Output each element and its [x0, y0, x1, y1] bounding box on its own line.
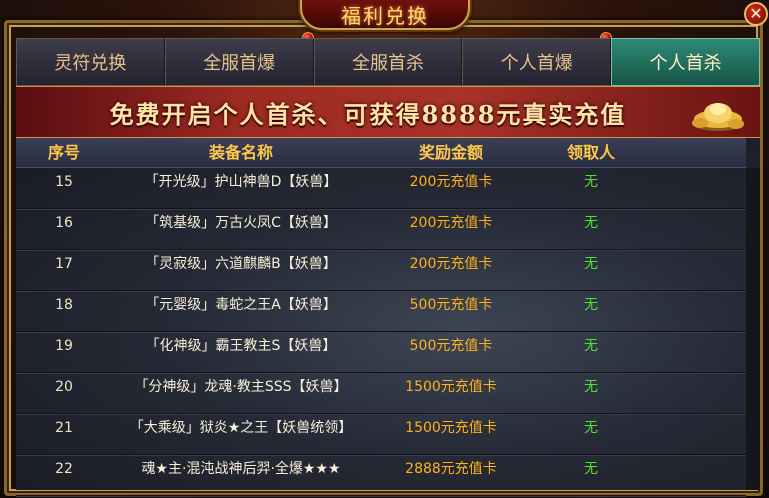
table-row: 19 「化神级」霸王教主S【妖兽】 500元充值卡 无 [16, 332, 746, 373]
header-claimer: 领取人 [566, 143, 615, 162]
row-reward: 1500元充值卡 [405, 420, 497, 436]
row-name: 「大乘级」狱炎★之王【妖兽统领】 [129, 420, 353, 436]
header-id: 序号 [47, 143, 80, 162]
table-row: 20 「分神级」龙魂·教主SSS【妖兽】 1500元充值卡 无 [16, 373, 746, 414]
row-claimer: 无 [584, 461, 598, 477]
row-name: 「筑基级」万古火凤C【妖兽】 [145, 215, 337, 231]
table-row: 15 「开光级」护山神兽D【妖兽】 200元充值卡 无 [16, 168, 746, 209]
table-row: 17 「灵寂级」六道麒麟B【妖兽】 200元充值卡 无 [16, 250, 746, 291]
row-name: 「开光级」护山神兽D【妖兽】 [144, 174, 338, 190]
row-reward: 200元充值卡 [409, 174, 493, 190]
scrollbar-track[interactable] [746, 168, 760, 490]
row-name: 「元婴级」毒蛇之王A【妖兽】 [145, 297, 337, 313]
close-icon: ✕ [749, 4, 763, 23]
row-name: 魂★主·混沌战神后羿·全爆★★★ [141, 461, 341, 477]
tab-server-first-drop[interactable]: 全服首爆 [164, 38, 314, 86]
row-claimer: 无 [584, 338, 598, 354]
row-id: 21 [55, 420, 73, 436]
close-button[interactable]: ✕ [744, 2, 768, 26]
row-reward: 500元充值卡 [409, 338, 493, 354]
table-row: 18 「元婴级」毒蛇之王A【妖兽】 500元充值卡 无 [16, 291, 746, 332]
tab-server-first-kill[interactable]: 全服首杀 [313, 38, 463, 86]
row-id: 20 [55, 379, 73, 395]
gold-ingot-icon [692, 103, 744, 131]
banner-text: 免费开启个人首杀、可获得8888元真实充值 [109, 99, 627, 129]
row-reward: 1500元充值卡 [405, 379, 497, 395]
title-plate: 福利兑换 [300, 0, 470, 30]
tab-personal-first-drop[interactable]: 个人首爆 [462, 38, 612, 86]
row-id: 19 [55, 338, 73, 354]
row-claimer: 无 [584, 174, 598, 190]
row-claimer: 无 [584, 297, 598, 313]
row-reward: 200元充值卡 [409, 215, 493, 231]
tab-label: 个人首爆 [500, 53, 573, 74]
row-reward: 200元充值卡 [409, 256, 493, 272]
row-claimer: 无 [584, 256, 598, 272]
tab-label: 全服首杀 [351, 53, 424, 74]
row-id: 18 [55, 297, 73, 313]
row-reward: 2888元充值卡 [405, 461, 497, 477]
row-reward: 500元充值卡 [409, 297, 493, 313]
tab-talisman-exchange[interactable]: 灵符兑换 [16, 38, 165, 86]
exchange-window: 福利兑换 ✕ 灵符兑换 全服首爆 全服首杀 个人首爆 个人首杀 免费开启个人首杀… [0, 0, 769, 498]
reward-table: 序号 装备名称 奖励金额 领取人 15 「开光级」护山神兽D【妖兽】 200元充… [16, 138, 760, 496]
tab-label: 灵符兑换 [54, 53, 127, 74]
header-reward: 奖励金额 [418, 143, 483, 162]
row-claimer: 无 [584, 215, 598, 231]
tab-label: 全服首爆 [203, 53, 276, 74]
row-name: 「灵寂级」六道麒麟B【妖兽】 [145, 256, 337, 272]
row-id: 22 [55, 461, 73, 477]
row-id: 15 [55, 174, 73, 190]
table-row: 16 「筑基级」万古火凤C【妖兽】 200元充值卡 无 [16, 209, 746, 250]
row-name: 「化神级」霸王教主S【妖兽】 [145, 338, 337, 354]
header-name: 装备名称 [208, 143, 273, 162]
table-row: 21 「大乘级」狱炎★之王【妖兽统领】 1500元充值卡 无 [16, 414, 746, 455]
promo-banner: 免费开启个人首杀、可获得8888元真实充值 [16, 86, 760, 138]
row-name: 「分神级」龙魂·教主SSS【妖兽】 [134, 379, 348, 395]
tab-bar: 灵符兑换 全服首爆 全服首杀 个人首爆 个人首杀 [16, 38, 760, 86]
row-id: 16 [55, 215, 73, 231]
tab-personal-first-kill[interactable]: 个人首杀 [611, 38, 760, 86]
window-title: 福利兑换 [341, 3, 429, 28]
table-header: 序号 装备名称 奖励金额 领取人 [16, 138, 746, 168]
row-id: 17 [55, 256, 73, 272]
tab-label: 个人首杀 [649, 53, 722, 74]
table-row: 22 魂★主·混沌战神后羿·全爆★★★ 2888元充值卡 无 [16, 455, 746, 496]
row-claimer: 无 [584, 420, 598, 436]
row-claimer: 无 [584, 379, 598, 395]
